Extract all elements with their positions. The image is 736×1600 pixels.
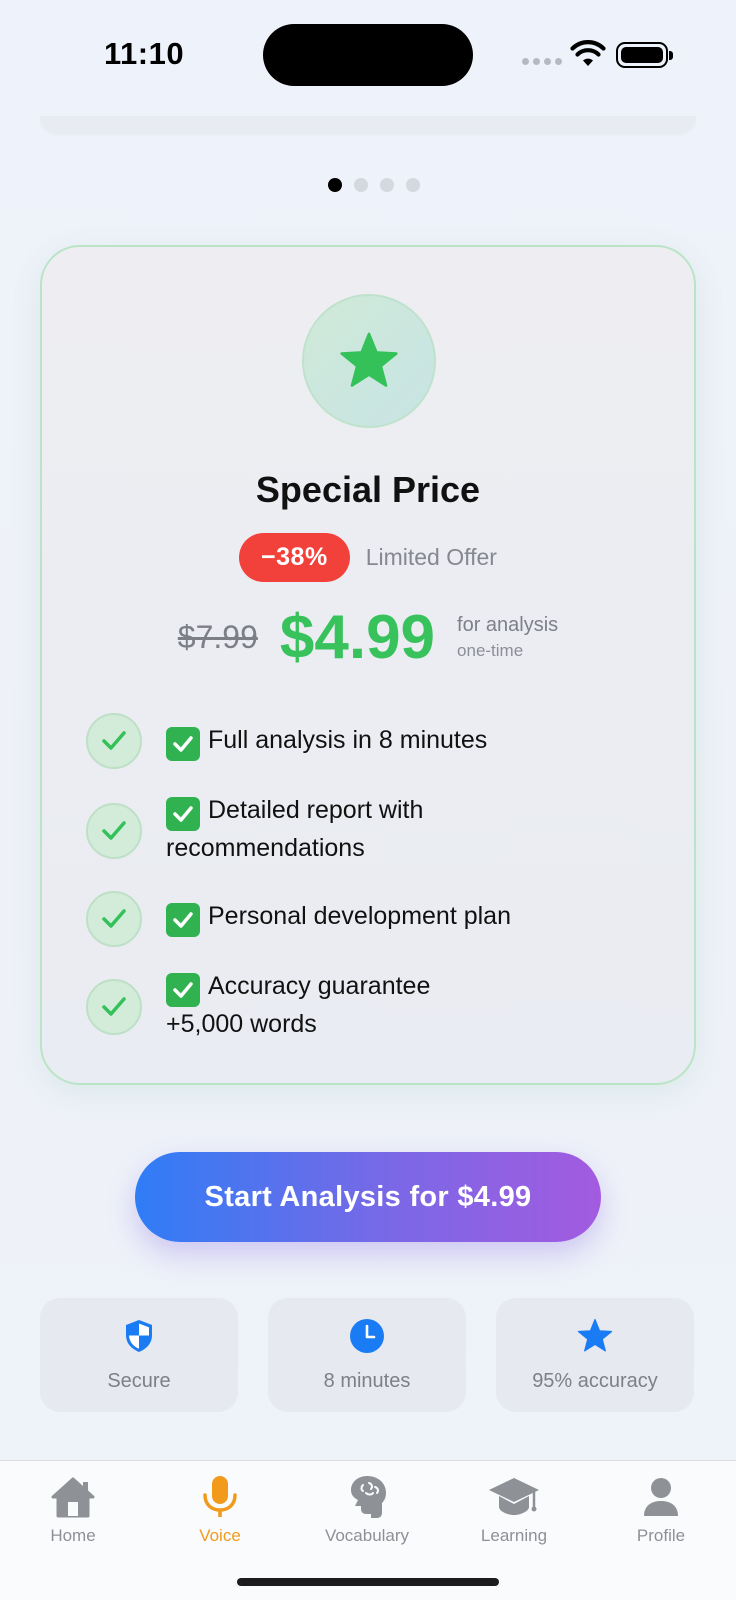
- page-dot-1[interactable]: [328, 178, 342, 192]
- feature-text: Accuracy guarantee +5,000 words: [166, 969, 430, 1042]
- feature-line: recommendations: [166, 834, 365, 862]
- graduation-cap-icon: [489, 1478, 539, 1515]
- tab-profile[interactable]: Profile: [601, 1471, 721, 1546]
- tab-label: Learning: [480, 1526, 548, 1545]
- trust-badge-secure: Secure: [40, 1298, 238, 1412]
- microphone-icon: [203, 1476, 237, 1517]
- price-note-main: for analysis: [457, 614, 559, 636]
- start-analysis-button[interactable]: Start Analysis for $4.99: [135, 1152, 601, 1242]
- feature-text: Full analysis in 8 minutes: [166, 723, 487, 761]
- special-price-card: Special Price −38% Limited Offer $7.99 $…: [40, 245, 696, 1085]
- status-time: 11:10: [104, 36, 185, 71]
- house-icon: [51, 1477, 95, 1518]
- trust-label: 8 minutes: [323, 1370, 411, 1392]
- tab-label: Home: [50, 1526, 96, 1545]
- clock-icon: [350, 1319, 384, 1353]
- status-bar: 11:10: [0, 0, 736, 110]
- checkmark-icon: [86, 713, 142, 769]
- price-note-sub: one-time: [457, 641, 524, 660]
- feature-text: Personal development plan: [166, 899, 511, 937]
- feature-line: Accuracy guarantee: [208, 972, 431, 1000]
- star-icon: [577, 1318, 613, 1352]
- page-indicator[interactable]: [0, 178, 736, 192]
- page-dot-2[interactable]: [354, 178, 368, 192]
- tab-label: Vocabulary: [324, 1526, 410, 1545]
- feature-line: Detailed report with: [208, 796, 424, 824]
- tab-label: Profile: [636, 1526, 686, 1545]
- offer-row: −38% Limited Offer: [42, 533, 694, 582]
- checkmark-icon: [86, 803, 142, 859]
- cellular-signal-icon: [522, 58, 562, 65]
- discount-badge: −38%: [239, 533, 350, 582]
- trust-label: Secure: [107, 1370, 171, 1392]
- trust-badge-duration: 8 minutes: [268, 1298, 466, 1412]
- person-icon: [644, 1478, 678, 1516]
- old-price: $7.99: [177, 619, 258, 655]
- tab-label: Voice: [199, 1526, 241, 1545]
- card-title: Special Price: [255, 469, 481, 510]
- checkmark-icon: [86, 891, 142, 947]
- tab-learning[interactable]: Learning: [454, 1471, 574, 1546]
- new-price: $4.99: [279, 603, 436, 672]
- price-row: $7.99 $4.99 for analysis one-time: [42, 602, 694, 673]
- price-note: for analysis one-time: [457, 614, 558, 661]
- battery-icon: [616, 42, 673, 68]
- wifi-icon: [570, 40, 606, 66]
- brain-icon: [351, 1476, 386, 1518]
- checkmark-icon: [86, 979, 142, 1035]
- dynamic-island: [263, 24, 473, 86]
- trust-label: 95% accuracy: [532, 1370, 658, 1392]
- check-mark-emoji-icon: [166, 727, 200, 761]
- tab-vocabulary[interactable]: Vocabulary: [307, 1471, 427, 1546]
- home-indicator[interactable]: [237, 1578, 499, 1586]
- page-dot-3[interactable]: [380, 178, 394, 192]
- feature-line: Full analysis in 8 minutes: [208, 726, 488, 754]
- feature-text: Detailed report with recommendations: [166, 793, 423, 866]
- limited-offer-label: Limited Offer: [365, 544, 497, 570]
- page-dot-4[interactable]: [406, 178, 420, 192]
- shield-icon: [126, 1320, 152, 1352]
- check-mark-emoji-icon: [166, 903, 200, 937]
- feature-line: +5,000 words: [166, 1010, 317, 1038]
- check-mark-emoji-icon: [166, 797, 200, 831]
- previous-card-edge: [40, 116, 696, 132]
- trust-badge-accuracy: 95% accuracy: [496, 1298, 694, 1412]
- tab-home[interactable]: Home: [13, 1471, 133, 1546]
- feature-line: Personal development plan: [208, 902, 511, 930]
- star-badge: [302, 294, 436, 428]
- star-icon: [340, 332, 398, 387]
- tab-voice[interactable]: Voice: [160, 1471, 280, 1546]
- check-mark-emoji-icon: [166, 973, 200, 1007]
